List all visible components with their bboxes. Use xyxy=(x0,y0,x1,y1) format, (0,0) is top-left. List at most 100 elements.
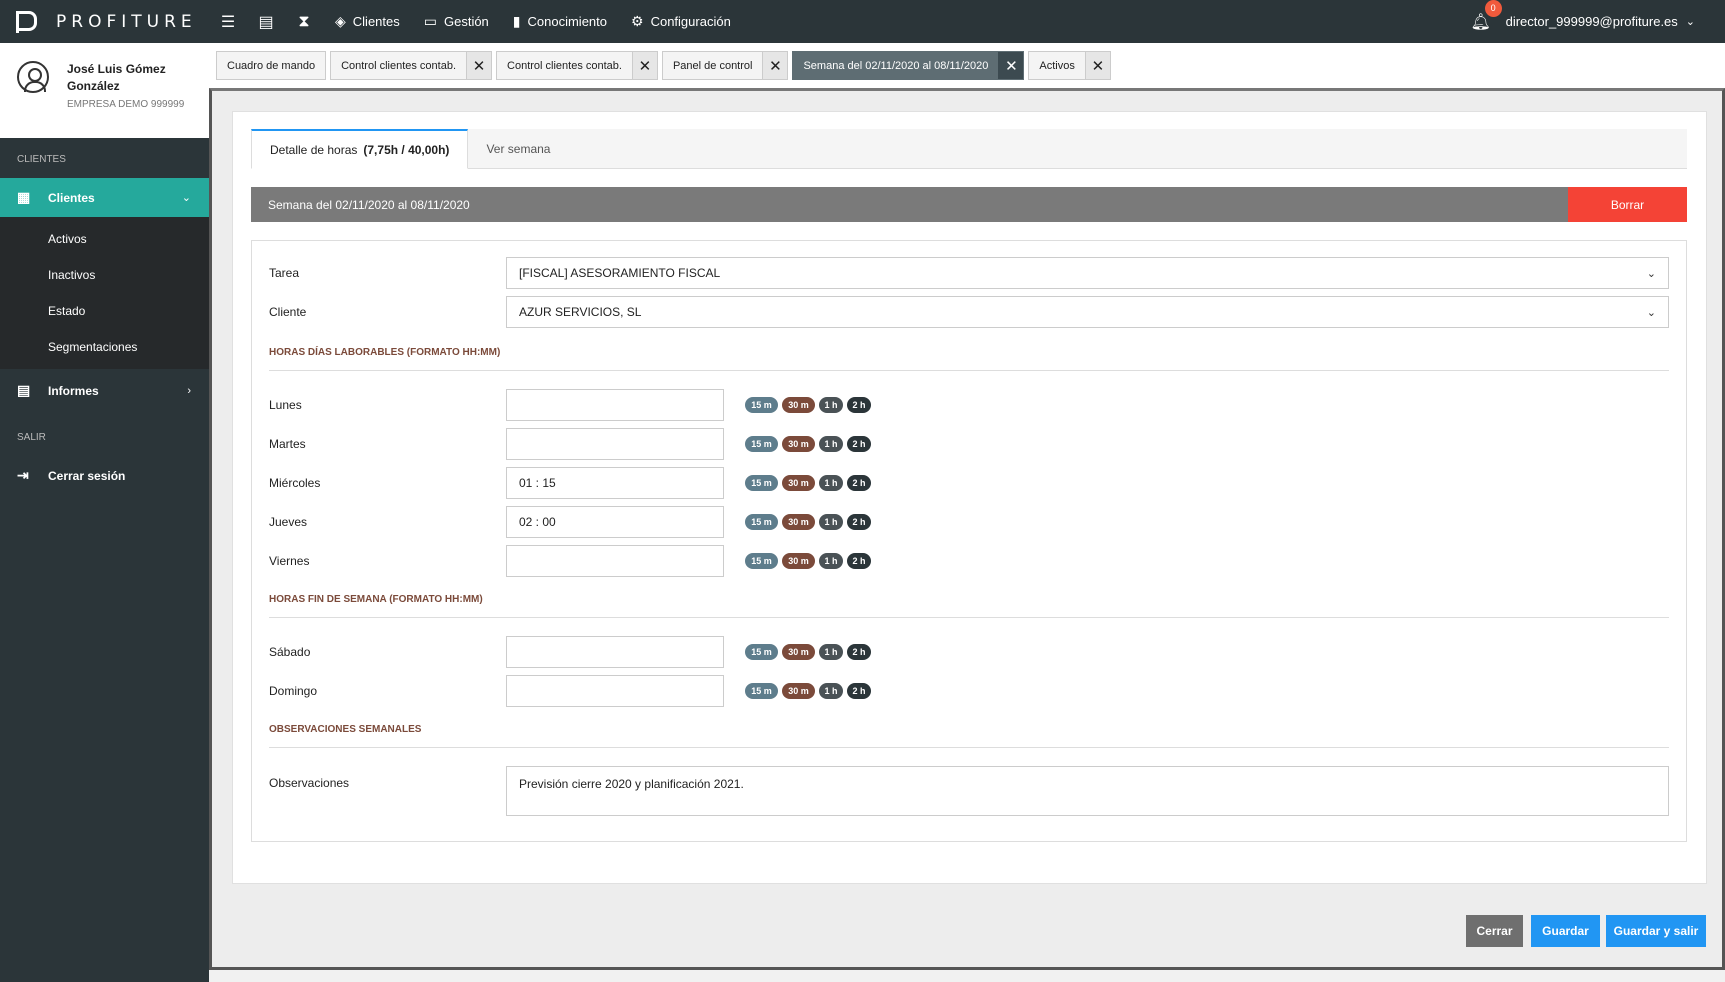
user-profile: José Luis Gómez González EMPRESA DEMO 99… xyxy=(0,43,209,138)
add-15m-button[interactable]: 15 m xyxy=(745,683,778,699)
add-30m-button[interactable]: 30 m xyxy=(782,644,815,660)
sidebar-subitem-segmentaciones[interactable]: Segmentaciones xyxy=(0,329,209,365)
hours-input-martes[interactable] xyxy=(506,428,724,460)
day-row-miercoles: Miércoles 01 : 15 15 m 30 m 1 h 2 h xyxy=(269,467,875,499)
avatar-icon xyxy=(17,61,49,93)
tab-control-clientes-2[interactable]: Control clientes contab. ✕ xyxy=(496,51,658,80)
book-icon: ▮ xyxy=(512,13,521,29)
tarea-value: [FISCAL] ASESORAMIENTO FISCAL xyxy=(519,266,721,280)
printer-icon: ▤ xyxy=(17,382,31,398)
tab-detalle-label: Detalle de horas xyxy=(270,142,358,157)
day-row-martes: Martes 15 m 30 m 1 h 2 h xyxy=(269,428,875,460)
topnav-conocimiento[interactable]: ▮ Conocimiento xyxy=(501,0,619,43)
hourglass-icon[interactable]: ⧗ xyxy=(285,0,323,43)
clientes-submenu: Activos Inactivos Estado Segmentaciones xyxy=(0,217,209,369)
add-2h-button[interactable]: 2 h xyxy=(847,475,871,491)
add-15m-button[interactable]: 15 m xyxy=(745,644,778,660)
tarea-select[interactable]: [FISCAL] ASESORAMIENTO FISCAL ⌄ xyxy=(506,257,1669,289)
tab-cuadro-de-mando[interactable]: Cuadro de mando xyxy=(216,51,327,80)
day-label: Jueves xyxy=(269,515,308,529)
day-row-viernes: Viernes 15 m 30 m 1 h 2 h xyxy=(269,545,875,577)
add-30m-button[interactable]: 30 m xyxy=(782,475,815,491)
close-icon[interactable]: ✕ xyxy=(1084,52,1110,79)
sidebar-item-informes[interactable]: ▤ Informes › xyxy=(0,371,209,410)
topnav-gestion[interactable]: ▭ Gestión xyxy=(412,0,501,43)
day-label: Lunes xyxy=(269,398,302,412)
add-15m-button[interactable]: 15 m xyxy=(745,514,778,530)
close-icon[interactable]: ✕ xyxy=(998,52,1024,79)
hours-input-jueves[interactable]: 02 : 00 xyxy=(506,506,724,538)
topnav-clientes[interactable]: ◈ Clientes xyxy=(323,0,412,43)
hours-input-sabado[interactable] xyxy=(506,636,724,668)
tab-label: Semana del 02/11/2020 al 08/11/2020 xyxy=(803,59,989,72)
add-1h-button[interactable]: 1 h xyxy=(819,553,843,569)
add-30m-button[interactable]: 30 m xyxy=(782,683,815,699)
add-15m-button[interactable]: 15 m xyxy=(745,397,778,413)
list-icon[interactable]: ▤ xyxy=(247,0,285,43)
hours-input-lunes[interactable] xyxy=(506,389,724,421)
sidebar-subitem-estado[interactable]: Estado xyxy=(0,293,209,329)
add-2h-button[interactable]: 2 h xyxy=(847,514,871,530)
add-2h-button[interactable]: 2 h xyxy=(847,397,871,413)
tab-ver-semana[interactable]: Ver semana xyxy=(468,129,568,169)
week-bar: Semana del 02/11/2020 al 08/11/2020 Borr… xyxy=(251,187,1687,222)
tab-control-clientes-1[interactable]: Control clientes contab. ✕ xyxy=(330,51,493,80)
add-30m-button[interactable]: 30 m xyxy=(782,514,815,530)
close-button[interactable]: Cerrar xyxy=(1466,915,1523,947)
sidebar-item-clientes[interactable]: ▦ Clientes ⌄ xyxy=(0,178,209,217)
chevron-down-icon[interactable]: ⌄ xyxy=(1686,15,1695,28)
add-1h-button[interactable]: 1 h xyxy=(819,397,843,413)
add-1h-button[interactable]: 1 h xyxy=(819,683,843,699)
obs-textarea[interactable]: Previsión cierre 2020 y planificación 20… xyxy=(506,766,1669,816)
day-row-lunes: Lunes 15 m 30 m 1 h 2 h xyxy=(269,389,875,421)
add-2h-button[interactable]: 2 h xyxy=(847,683,871,699)
day-label: Martes xyxy=(269,437,306,451)
tab-panel-de-control[interactable]: Panel de control ✕ xyxy=(661,51,789,80)
sidebar-item-informes-label: Informes xyxy=(48,383,99,398)
monitor-icon: ▭ xyxy=(423,13,437,29)
add-2h-button[interactable]: 2 h xyxy=(847,553,871,569)
tab-activos[interactable]: Activos ✕ xyxy=(1028,51,1111,80)
section-salir: SALIR xyxy=(17,432,46,443)
hours-input-domingo[interactable] xyxy=(506,675,724,707)
tab-detalle-horas[interactable]: Detalle de horas (7,75h / 40,00h) xyxy=(251,129,469,169)
add-2h-button[interactable]: 2 h xyxy=(847,436,871,452)
day-label: Miércoles xyxy=(269,476,321,490)
notifications-bell[interactable]: 🔔︎ 0 xyxy=(1466,0,1502,43)
top-nav: ☰ ▤ ⧗ ◈ Clientes ▭ Gestión ▮ Conocimiento ⚙… xyxy=(209,0,743,43)
close-icon[interactable]: ✕ xyxy=(466,52,492,79)
day-label: Viernes xyxy=(269,554,310,568)
hours-form: Tarea [FISCAL] ASESORAMIENTO FISCAL ⌄ Cl… xyxy=(251,240,1687,842)
hours-input-miercoles[interactable]: 01 : 15 xyxy=(506,467,724,499)
add-1h-button[interactable]: 1 h xyxy=(819,644,843,660)
sidebar-subitem-inactivos[interactable]: Inactivos xyxy=(0,257,209,293)
obs-row: Observaciones Previsión cierre 2020 y pl… xyxy=(269,766,1669,816)
close-icon[interactable]: ✕ xyxy=(631,52,657,79)
topnav-configuracion[interactable]: ⚙ Configuración xyxy=(619,0,743,43)
add-15m-button[interactable]: 15 m xyxy=(745,436,778,452)
save-exit-button[interactable]: Guardar y salir xyxy=(1606,915,1706,947)
add-30m-button[interactable]: 30 m xyxy=(782,397,815,413)
close-icon[interactable]: ✕ xyxy=(762,52,788,79)
add-30m-button[interactable]: 30 m xyxy=(782,436,815,452)
user-email[interactable]: director_999999@profiture.es xyxy=(1506,14,1678,29)
add-15m-button[interactable]: 15 m xyxy=(745,553,778,569)
save-button[interactable]: Guardar xyxy=(1531,915,1600,947)
delete-button[interactable]: Borrar xyxy=(1568,187,1687,222)
add-30m-button[interactable]: 30 m xyxy=(782,553,815,569)
add-1h-button[interactable]: 1 h xyxy=(819,514,843,530)
tab-label: Control clientes contab. xyxy=(507,59,622,72)
menu-icon[interactable]: ☰ xyxy=(209,0,247,43)
sidebar-subitem-activos[interactable]: Activos xyxy=(0,221,209,257)
logo[interactable]: PROFITURE xyxy=(0,0,209,43)
cliente-select[interactable]: AZUR SERVICIOS, SL ⌄ xyxy=(506,296,1669,328)
add-15m-button[interactable]: 15 m xyxy=(745,475,778,491)
sidebar-item-logout[interactable]: ⇥ Cerrar sesión xyxy=(0,456,209,495)
add-1h-button[interactable]: 1 h xyxy=(819,436,843,452)
tab-semana[interactable]: Semana del 02/11/2020 al 08/11/2020 ✕ xyxy=(792,51,1025,80)
add-2h-button[interactable]: 2 h xyxy=(847,644,871,660)
add-1h-button[interactable]: 1 h xyxy=(819,475,843,491)
hours-input-viernes[interactable] xyxy=(506,545,724,577)
logo-text: PROFITURE xyxy=(56,11,197,32)
day-row-sabado: Sábado 15 m 30 m 1 h 2 h xyxy=(269,636,875,668)
